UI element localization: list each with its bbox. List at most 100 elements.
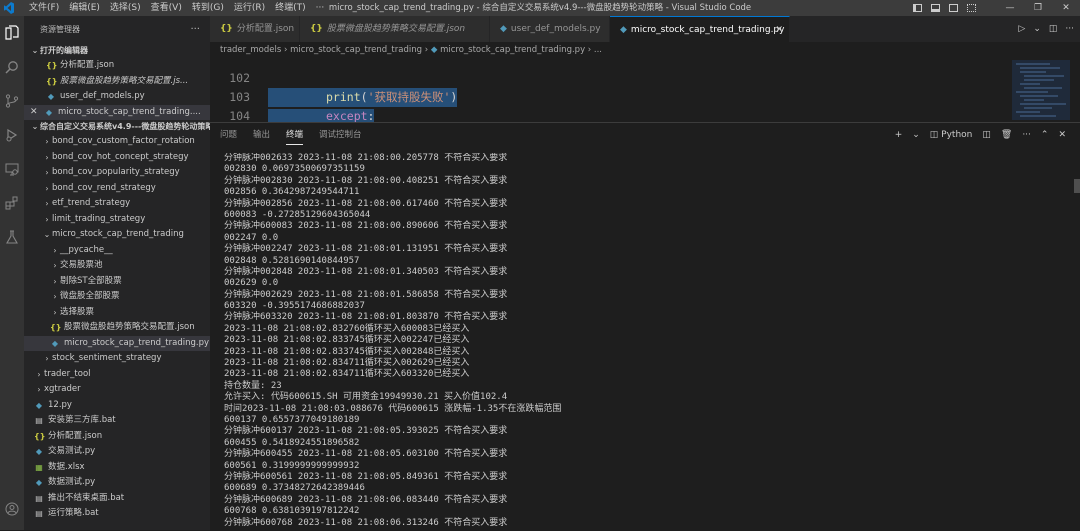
source-control-icon[interactable] bbox=[0, 84, 24, 118]
menu-more[interactable]: ··· bbox=[311, 0, 330, 16]
tree-item[interactable]: ▤ 运行策略.bat bbox=[24, 506, 210, 522]
tree-item[interactable]: › trader_tool bbox=[24, 367, 210, 383]
tree-item[interactable]: › limit_trading_strategy bbox=[24, 212, 210, 228]
close-tab-icon[interactable]: ✕ bbox=[775, 17, 783, 42]
tab-strategy-config[interactable]: {} 股票微盘股趋势策略交易配置.json bbox=[300, 16, 490, 42]
tree-item[interactable]: › stock_sentiment_strategy bbox=[24, 351, 210, 367]
workspace-section[interactable]: ⌄ 综合自定义交易系统v4.9---微盘股趋势轮动策略 bbox=[24, 120, 210, 134]
tree-item[interactable]: › 交易股票池 bbox=[24, 258, 210, 274]
workspace-title: 综合自定义交易系统v4.9---微盘股趋势轮动策略 bbox=[40, 122, 210, 131]
split-editor-icon[interactable]: ◫ bbox=[1049, 24, 1058, 34]
chevron-right-icon: › bbox=[45, 168, 49, 177]
python-file-icon: ◆ bbox=[47, 92, 55, 101]
menu-edit[interactable]: 编辑(E) bbox=[64, 0, 105, 16]
chevron-right-icon: › bbox=[53, 292, 57, 301]
code-editor[interactable]: 102 print('获取持股失败') 103 except: 104 if d… bbox=[210, 58, 1010, 122]
breadcrumb-item[interactable]: micro_stock_cap_trend_trading.py bbox=[440, 45, 585, 55]
toggle-secondary-sidebar-icon[interactable] bbox=[944, 0, 962, 16]
trash-icon[interactable]: 🗑 bbox=[1001, 130, 1012, 140]
run-python-icon[interactable]: ▷ bbox=[1018, 24, 1025, 34]
tab-debug-console[interactable]: 调试控制台 bbox=[319, 123, 362, 147]
toggle-sidebar-icon[interactable] bbox=[908, 0, 926, 16]
close-icon[interactable]: ✕ bbox=[1052, 0, 1080, 16]
menu-run[interactable]: 运行(R) bbox=[229, 0, 270, 16]
breadcrumb-item[interactable]: micro_stock_cap_trend_trading bbox=[290, 45, 422, 55]
json-file-icon: {} bbox=[46, 61, 58, 70]
minimap[interactable] bbox=[1010, 58, 1072, 122]
chevron-down-icon[interactable]: ⌄ bbox=[1033, 24, 1041, 34]
tree-item[interactable]: › etf_trend_strategy bbox=[24, 196, 210, 212]
tree-item[interactable]: › bond_cov_custom_factor_rotation bbox=[24, 134, 210, 150]
chevron-down-icon[interactable]: ⌄ bbox=[912, 130, 920, 140]
open-editor-item[interactable]: ◆ user_def_models.py bbox=[24, 89, 210, 105]
editor-more-icon[interactable]: ··· bbox=[1065, 24, 1074, 34]
search-icon[interactable] bbox=[0, 50, 24, 84]
tab-analysis-config[interactable]: {} 分析配置.json bbox=[210, 16, 300, 42]
close-icon[interactable]: ✕ bbox=[30, 105, 40, 121]
explorer-icon[interactable] bbox=[0, 16, 24, 50]
tree-item-label: trader_tool bbox=[44, 368, 91, 379]
menu-bar: 文件(F) 编辑(E) 选择(S) 查看(V) 转到(G) 运行(R) 终端(T… bbox=[24, 0, 329, 16]
tree-item[interactable]: › 剔除ST全部股票 bbox=[24, 274, 210, 290]
account-icon[interactable] bbox=[0, 492, 24, 526]
testing-icon[interactable] bbox=[0, 220, 24, 254]
restore-icon[interactable]: ❐ bbox=[1024, 0, 1052, 16]
tree-item-label: etf_trend_strategy bbox=[52, 198, 131, 208]
tab-output[interactable]: 输出 bbox=[253, 123, 270, 147]
open-editor-item[interactable]: {} 股票微盘股趋势策略交易配置.js... bbox=[24, 74, 210, 90]
more-actions-icon[interactable]: ··· bbox=[190, 16, 200, 44]
tree-item[interactable]: ▤ 推出不结束桌面.bat bbox=[24, 491, 210, 507]
tree-item[interactable]: ◆ 数据测试.py bbox=[24, 475, 210, 491]
open-editor-item[interactable]: ✕ ◆ micro_stock_cap_trend_trading.... bbox=[24, 104, 210, 121]
open-editors-section[interactable]: ⌄ 打开的编辑器 bbox=[24, 44, 210, 58]
tree-item[interactable]: › xgtrader bbox=[24, 382, 210, 398]
close-panel-icon[interactable]: ✕ bbox=[1058, 130, 1066, 140]
tree-item[interactable]: ▤ 安装第三方库.bat bbox=[24, 413, 210, 429]
tree-item[interactable]: {} 股票微盘股趋势策略交易配置.json bbox=[24, 320, 210, 336]
terminal-scrollbar[interactable] bbox=[1074, 179, 1080, 193]
tree-item[interactable]: › bond_cov_rend_strategy bbox=[24, 181, 210, 197]
panel-more-icon[interactable]: ··· bbox=[1022, 130, 1031, 140]
tree-item[interactable]: › bond_cov_popularity_strategy bbox=[24, 165, 210, 181]
split-terminal-icon[interactable]: ◫ bbox=[982, 130, 991, 140]
new-terminal-icon[interactable]: + bbox=[895, 130, 903, 140]
tree-item[interactable]: › 微盘股全部股票 bbox=[24, 289, 210, 305]
tree-item[interactable]: ◆ micro_stock_cap_trend_trading.py bbox=[24, 335, 210, 351]
menu-view[interactable]: 查看(V) bbox=[146, 0, 187, 16]
tree-item-label: 12.py bbox=[48, 399, 72, 410]
python-file-icon: ◆ bbox=[35, 447, 43, 456]
open-editor-label: 分析配置.json bbox=[60, 60, 115, 70]
vscode-logo-icon bbox=[4, 2, 14, 14]
tab-problems[interactable]: 问题 bbox=[220, 123, 237, 147]
tree-item[interactable]: ◆ 12.py bbox=[24, 398, 210, 414]
maximize-panel-icon[interactable]: ⌃ bbox=[1041, 130, 1049, 140]
terminal-output[interactable]: 分钟脉冲002633 2023-11-08 21:08:00.205778 不符… bbox=[224, 153, 1064, 531]
chevron-right-icon: › bbox=[37, 369, 41, 379]
tree-item[interactable]: ▦ 数据.xlsx bbox=[24, 460, 210, 476]
tab-user-def-models[interactable]: ◆ user_def_models.py bbox=[490, 16, 610, 42]
customize-layout-icon[interactable] bbox=[962, 0, 980, 16]
extensions-icon[interactable] bbox=[0, 186, 24, 220]
breadcrumb-item[interactable]: ... bbox=[594, 45, 602, 55]
tree-item[interactable]: › bond_cov_hot_concept_strategy bbox=[24, 150, 210, 166]
menu-terminal[interactable]: 终端(T) bbox=[270, 0, 311, 16]
tab-micro-stock-cap[interactable]: ◆ micro_stock_cap_trend_trading.py ✕ bbox=[610, 16, 790, 42]
remote-explorer-icon[interactable] bbox=[0, 152, 24, 186]
breadcrumb-item[interactable]: trader_models bbox=[220, 45, 281, 55]
minimize-icon[interactable]: — bbox=[996, 0, 1024, 16]
tree-item[interactable]: ⌄ micro_stock_cap_trend_trading bbox=[24, 227, 210, 243]
tree-item[interactable]: {} 分析配置.json bbox=[24, 429, 210, 445]
menu-file[interactable]: 文件(F) bbox=[24, 0, 64, 16]
editor-scrollbar[interactable] bbox=[1072, 58, 1080, 122]
chevron-right-icon: › bbox=[45, 152, 49, 162]
terminal-kind[interactable]: ◫ Python bbox=[930, 130, 973, 140]
toggle-panel-icon[interactable] bbox=[926, 0, 944, 16]
run-debug-icon[interactable] bbox=[0, 118, 24, 152]
tree-item[interactable]: › 选择股票 bbox=[24, 305, 210, 321]
tab-terminal[interactable]: 终端 bbox=[286, 123, 304, 147]
menu-selection[interactable]: 选择(S) bbox=[105, 0, 146, 16]
tree-item[interactable]: › __pycache__ bbox=[24, 243, 210, 259]
menu-go[interactable]: 转到(G) bbox=[187, 0, 229, 16]
tree-item[interactable]: ◆ 交易测试.py bbox=[24, 444, 210, 460]
open-editor-item[interactable]: {} 分析配置.json bbox=[24, 58, 210, 74]
